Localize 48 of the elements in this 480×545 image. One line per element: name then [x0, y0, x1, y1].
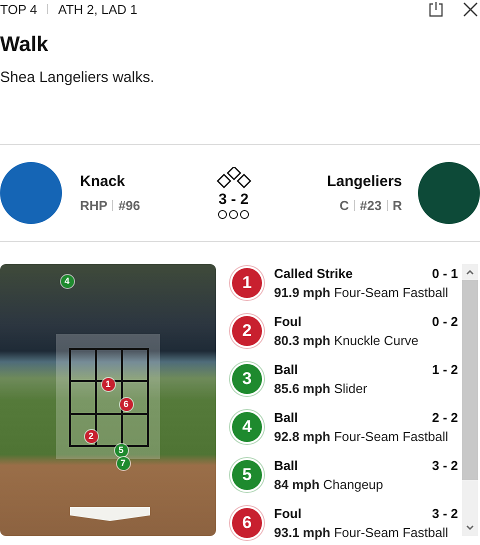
pitch-result: Ball — [274, 410, 298, 425]
pitch-count: 2 - 2 — [432, 410, 458, 425]
pitch-result: Called Strike — [274, 266, 353, 281]
pitch-count: 1 - 2 — [432, 362, 458, 377]
batter-name: Langeliers — [326, 173, 402, 190]
pitch-count: 0 - 2 — [432, 314, 458, 329]
pitch-count: 3 - 2 — [432, 458, 458, 473]
ball-strike-count: 3 - 2 — [218, 191, 249, 208]
pitcher-detail: RHP — [80, 198, 108, 213]
pitch-count: 3 - 2 — [432, 506, 458, 521]
play-description: Shea Langeliers walks. — [0, 68, 156, 88]
pitch-details: 91.9 mph Four-Seam Fastball — [274, 285, 450, 300]
pitch-number: 5 — [232, 460, 262, 490]
batter-detail: C — [340, 198, 349, 213]
outs-indicator — [218, 210, 250, 219]
pitch-marker: 4 — [60, 274, 74, 288]
pitch-number: 2 — [232, 316, 262, 346]
pitch-result: Ball — [274, 458, 298, 473]
pitch-number: 1 — [232, 268, 262, 298]
pitch-number: 4 — [232, 412, 262, 442]
pitch-marker: 6 — [120, 398, 132, 410]
pitch-marker: 7 — [116, 456, 130, 470]
pitch-details: 84 mph Changeup — [274, 477, 384, 492]
share-icon[interactable] — [429, 1, 443, 17]
bases-icon — [216, 167, 252, 189]
pitch-count: 0 - 1 — [432, 266, 458, 281]
pitch-marker: 2 — [84, 430, 98, 442]
pitch-marker: 1 — [102, 378, 114, 390]
score-label: ATH 2, LAD 1 — [58, 2, 138, 16]
pitch-details: 80.3 mph Knuckle Curve — [274, 333, 420, 348]
pitch-number: 3 — [232, 364, 262, 394]
pitch-result: Foul — [274, 506, 302, 521]
pitcher-name: Knack — [80, 173, 126, 190]
close-icon[interactable] — [463, 2, 478, 16]
pitch-result: Ball — [274, 362, 298, 377]
pitch-details: 92.8 mph Four-Seam Fastball — [274, 429, 450, 444]
pitch-marker: 5 — [114, 444, 128, 456]
play-title: Walk — [0, 32, 50, 58]
pitcher-detail: #96 — [118, 198, 140, 213]
pitch-result: Foul — [274, 314, 302, 329]
scrollbar[interactable] — [462, 264, 478, 536]
pitch-details: 85.6 mph Slider — [274, 381, 368, 396]
pitch-number: 6 — [232, 508, 262, 538]
inning-label: TOP 4 — [0, 2, 38, 16]
batter-detail: #23 — [360, 198, 382, 213]
batter-detail: R — [392, 198, 402, 213]
pitch-details: 93.1 mph Four-Seam Fastball — [274, 525, 450, 540]
scrollbar-thumb[interactable] — [462, 280, 478, 480]
